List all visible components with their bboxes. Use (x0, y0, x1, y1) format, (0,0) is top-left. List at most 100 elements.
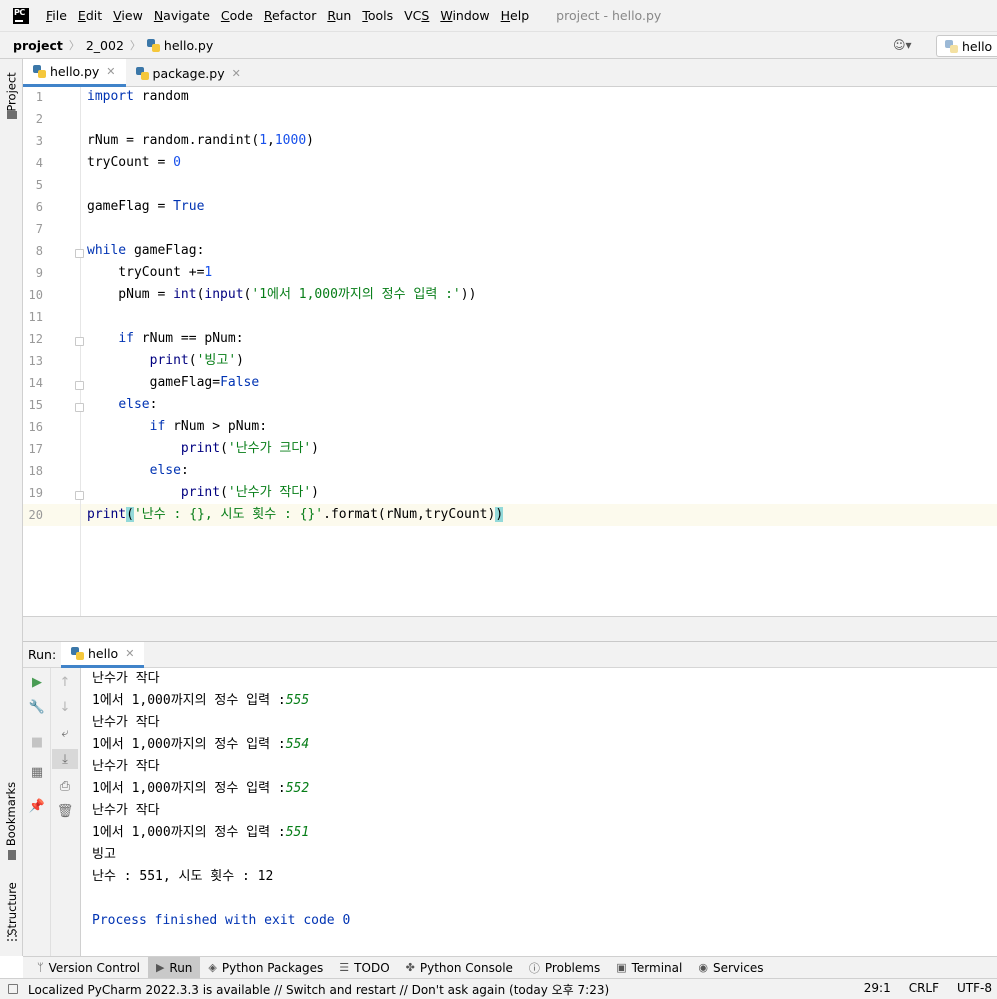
close-icon[interactable]: ✕ (106, 65, 115, 78)
status-widgets: 29:1 CRLF UTF-8 (864, 981, 992, 995)
bookmarks-tool-tab[interactable]: Bookmarks (0, 779, 23, 849)
todo-tool-button[interactable]: ☰ TODO (331, 957, 397, 979)
python-file-icon (135, 66, 149, 80)
console-line: 난수가 작다 (92, 715, 160, 730)
breadcrumb-project[interactable]: project (13, 38, 63, 53)
wrench-icon[interactable]: 🔧 (23, 698, 51, 716)
left-tool-strip: Project Bookmarks Structure (0, 59, 23, 956)
console-line: 1에서 1,000까지의 정수 입력 :554 (92, 737, 310, 752)
menu-tools[interactable]: Tools (362, 8, 393, 23)
menu-run[interactable]: Run (327, 8, 351, 23)
terminal-icon: ▣ (616, 961, 627, 974)
folder-icon (7, 111, 17, 119)
code-line: gameFlag=False (87, 375, 260, 390)
code-line: if rNum == pNum: (118, 331, 244, 346)
tab-package-py[interactable]: package.py ✕ (126, 59, 251, 87)
menu-file[interactable]: File (46, 8, 67, 23)
chevron-right-icon: 〉 (68, 39, 80, 52)
run-config-selector[interactable]: hello (936, 35, 997, 57)
code-line: pNum = int(input('1에서 1,000까지의 정수 입력 :')… (87, 287, 477, 302)
line-separator[interactable]: CRLF (909, 981, 939, 995)
terminal-tool-button[interactable]: ▣ Terminal (608, 957, 690, 979)
run-console-output[interactable]: 난수가 작다 1에서 1,000까지의 정수 입력 :555 난수가 작다 1에… (81, 668, 997, 956)
layout-icon[interactable]: ▦ (23, 764, 51, 780)
line-number: 6 (35, 200, 43, 214)
soft-wrap-icon[interactable]: ⤶ (51, 725, 79, 741)
console-line: 1에서 1,000까지의 정수 입력 :555 (92, 693, 310, 708)
services-tool-button[interactable]: ◉ Services (690, 957, 771, 979)
close-icon[interactable]: ✕ (232, 67, 241, 80)
line-number: 1 (35, 90, 43, 104)
status-message[interactable]: Localized PyCharm 2022.3.3 is available … (8, 981, 609, 998)
menu-vcs[interactable]: VCS (404, 8, 429, 23)
run-panel-header: Run: hello ✕ (23, 641, 997, 668)
breadcrumb-folder[interactable]: 2_002 (86, 38, 124, 53)
code-line: print('난수 : {}, 시도 횟수 : {}'.format(rNum,… (87, 507, 504, 522)
console-line: 난수 : 551, 시도 횟수 : 12 (92, 869, 274, 884)
panel-splitter[interactable] (23, 616, 997, 641)
line-number: 20 (28, 508, 43, 522)
code-line: print('빙고') (149, 353, 244, 368)
breadcrumb-file[interactable]: hello.py (164, 38, 213, 53)
line-number: 15 (28, 398, 43, 412)
code-editor[interactable]: import random rNum = random.randint(1,10… (81, 87, 997, 616)
menu-refactor[interactable]: Refactor (264, 8, 316, 23)
menu-window[interactable]: Window (440, 8, 489, 23)
trash-icon[interactable]: 🗑 (51, 803, 79, 819)
layers-icon: ◈ (208, 961, 217, 974)
line-number: 12 (28, 332, 43, 346)
run-tool-button[interactable]: ▶ Run (147, 956, 201, 979)
line-number: 2 (35, 112, 43, 126)
console-line: 1에서 1,000까지의 정수 입력 :551 (92, 825, 310, 840)
tool-window-bar: ᛘ Version Control ▶ Run ◈ Python Packages ☰… (23, 956, 997, 979)
window-title: project - hello.py (556, 8, 662, 23)
scroll-to-end-icon[interactable]: ⤓ (52, 749, 78, 769)
line-number: 9 (35, 266, 43, 280)
run-tab-hello[interactable]: hello ✕ (61, 642, 145, 668)
bookmark-icon (8, 850, 16, 860)
print-icon[interactable]: ⎙ (51, 778, 79, 794)
line-number: 16 (28, 420, 43, 434)
python-file-icon (33, 65, 46, 78)
menu-help[interactable]: Help (501, 8, 530, 23)
arrow-up-icon[interactable]: ↑ (51, 674, 79, 690)
user-icon[interactable]: ☺▾ (893, 38, 912, 52)
console-line: 난수가 작다 (92, 803, 160, 818)
pin-icon[interactable]: 📌 (23, 798, 51, 814)
line-number: 5 (35, 178, 43, 192)
line-number: 18 (28, 464, 43, 478)
console-line: 난수가 작다 (92, 671, 160, 686)
file-encoding[interactable]: UTF-8 (957, 981, 992, 995)
line-number: 10 (28, 288, 43, 302)
stop-icon[interactable]: ■ (23, 734, 51, 750)
python-icon: ✤ (405, 961, 415, 974)
menu-code[interactable]: Code (221, 8, 253, 23)
code-line: import random (87, 89, 189, 104)
arrow-down-icon[interactable]: ↓ (51, 699, 79, 715)
menu-navigate[interactable]: Navigate (154, 8, 210, 23)
info-icon: ⓘ (528, 961, 540, 975)
line-number: 17 (28, 442, 43, 456)
version-control-tool-button[interactable]: ᛘ Version Control (29, 957, 148, 979)
tab-hello-py[interactable]: hello.py ✕ (23, 59, 126, 87)
line-number: 8 (35, 244, 43, 258)
line-number: 13 (28, 354, 43, 368)
problems-tool-button[interactable]: ⓘ Problems (521, 957, 608, 979)
menu-view[interactable]: View (113, 8, 143, 23)
python-icon (71, 647, 84, 660)
pycharm-logo-icon: PC (13, 7, 29, 24)
close-icon[interactable]: ✕ (125, 647, 134, 660)
menu-bar: PC File Edit View Navigate Code Refactor… (0, 0, 997, 31)
caret-position[interactable]: 29:1 (864, 981, 891, 995)
console-line: 난수가 작다 (92, 759, 160, 774)
code-line: rNum = random.randint(1,1000) (87, 133, 314, 148)
rerun-icon[interactable]: ▶ (23, 674, 51, 690)
python-console-tool-button[interactable]: ✤ Python Console (398, 957, 521, 979)
line-number: 3 (35, 134, 43, 148)
python-file-icon (146, 38, 160, 52)
services-icon: ◉ (698, 961, 708, 974)
line-number: 11 (28, 310, 43, 324)
menu-edit[interactable]: Edit (78, 8, 102, 23)
list-icon: ☰ (339, 961, 350, 974)
python-packages-tool-button[interactable]: ◈ Python Packages (200, 957, 331, 979)
